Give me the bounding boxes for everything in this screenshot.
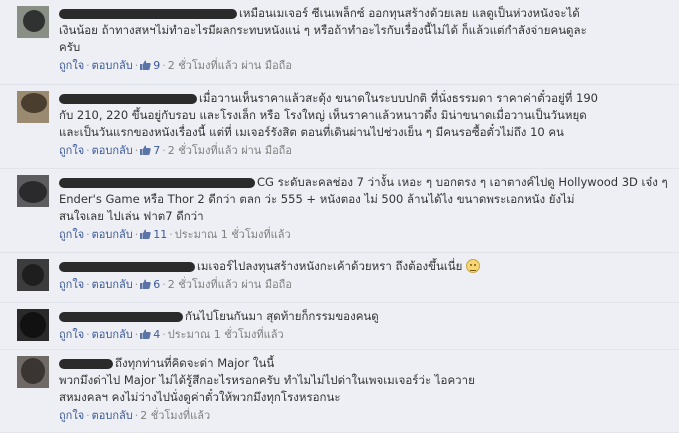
comment-text-line: CG ระดับละคลช่อง 7 ว่างั้น เหอะ ๆ บอกตรง…	[257, 175, 668, 189]
like-link[interactable]: ถูกใจ	[59, 278, 84, 291]
avatar[interactable]	[17, 6, 49, 38]
like-link[interactable]: ถูกใจ	[59, 328, 84, 341]
comment-text-line: สนใจเลย ไปเล่น ฟาต7 ดีกว่า	[59, 209, 204, 223]
like-link[interactable]: ถูกใจ	[59, 59, 84, 72]
avatar[interactable]	[17, 91, 49, 123]
timestamp[interactable]: 2 ชั่วโมงที่แล้ว ผ่าน มือถือ	[168, 59, 292, 72]
smiley-emoji-icon	[466, 259, 481, 273]
timestamp[interactable]: 2 ชั่วโมงที่แล้ว	[140, 409, 210, 422]
comment-text-line: สหมงคลฯ คงไม่ว่างไปนั่งดูค่าตั๋วให้พวกมึ…	[59, 390, 341, 404]
author-name-redacted[interactable]	[59, 261, 195, 272]
comment-text-line: เหมือนเมเจอร์ ซีเนเพล็กซ์ ออกทุนสร้างด้ว…	[239, 6, 580, 20]
comment-list: เหมือนเมเจอร์ ซีเนเพล็กซ์ ออกทุนสร้างด้ว…	[0, 0, 679, 433]
like-count[interactable]: 11	[140, 228, 167, 241]
like-count[interactable]: 6	[140, 278, 160, 291]
reply-link[interactable]: ตอบกลับ	[92, 144, 133, 157]
reply-link[interactable]: ตอบกลับ	[92, 228, 133, 241]
comment-text-line: กันไปโยนกันมา สุดท้ายก็กรรมของคนดู	[185, 309, 379, 323]
comment-actions: ถูกใจ · ตอบกลับ · 9 · 2 ชั่วโมงที่แล้ว ผ่าน มื…	[59, 59, 292, 72]
avatar[interactable]	[17, 356, 49, 388]
comment-text-line: เมื่อวานเห็นราคาแล้วสะดุ้ง ขนาดในระบบปกต…	[199, 91, 598, 105]
avatar[interactable]	[17, 259, 49, 291]
comment-text-line: เงินน้อย ถ้าทางสหฯไม่ทำอะไรมีผลกระทบหนัง…	[59, 23, 587, 37]
reply-link[interactable]: ตอบกลับ	[92, 328, 133, 341]
comment-actions: ถูกใจ · ตอบกลับ · 2 ชั่วโมงที่แล้ว	[59, 409, 211, 422]
author-name-redacted[interactable]	[59, 311, 183, 322]
thumbs-up-icon	[140, 329, 151, 339]
comment-text-line: เมเจอร์ไปลงทุนสร้างหนังกะเค้าด้วยหรา ถึง…	[197, 259, 463, 273]
timestamp[interactable]: 2 ชั่วโมงที่แล้ว ผ่าน มือถือ	[168, 278, 292, 291]
like-count[interactable]: 4	[140, 328, 160, 341]
timestamp[interactable]: ประมาณ 1 ชั่วโมงที่แล้ว	[168, 328, 284, 341]
thumbs-up-icon	[140, 229, 151, 239]
comment-text-line: และเป็นวันแรกของหนังเรื่องนี้ แต่ที่ เมเ…	[59, 125, 564, 139]
avatar[interactable]	[17, 175, 49, 207]
comment-item: CG ระดับละคลช่อง 7 ว่างั้น เหอะ ๆ บอกตรง…	[0, 169, 679, 253]
comment-text-line: พวกมึงด่าไป Major ไม่ได้รู้สึกอะไรหรอกคร…	[59, 373, 475, 387]
like-link[interactable]: ถูกใจ	[59, 228, 84, 241]
comment-actions: ถูกใจ · ตอบกลับ · 11 · ประมาณ 1 ชั่วโมงที่แล้ว	[59, 228, 291, 241]
author-name-redacted[interactable]	[59, 93, 197, 104]
comment-item: เมเจอร์ไปลงทุนสร้างหนังกะเค้าด้วยหรา ถึง…	[0, 253, 679, 303]
like-count[interactable]: 7	[140, 144, 160, 157]
reply-link[interactable]: ตอบกลับ	[92, 278, 133, 291]
comment-item: เมื่อวานเห็นราคาแล้วสะดุ้ง ขนาดในระบบปกต…	[0, 85, 679, 169]
author-name-redacted[interactable]	[59, 8, 237, 19]
author-name-redacted[interactable]	[59, 358, 113, 369]
comment-text-line: ถึงทุกท่านที่คิดจะด่า Major ในนี้	[115, 356, 275, 370]
author-name-redacted[interactable]	[59, 177, 255, 188]
thumbs-up-icon	[140, 60, 151, 70]
thumbs-up-icon	[140, 279, 151, 289]
comment-item: ถึงทุกท่านที่คิดจะด่า Major ในนี้ พวกมึง…	[0, 350, 679, 433]
timestamp[interactable]: ประมาณ 1 ชั่วโมงที่แล้ว	[175, 228, 291, 241]
comment-text-line: Ender's Game หรือ Thor 2 ดีกว่า ตลก ว่ะ …	[59, 192, 575, 206]
comment-actions: ถูกใจ · ตอบกลับ · 6 · 2 ชั่วโมงที่แล้ว ผ่าน มื…	[59, 278, 292, 291]
reply-link[interactable]: ตอบกลับ	[92, 59, 133, 72]
comment-actions: ถูกใจ · ตอบกลับ · 4 · ประมาณ 1 ชั่วโมงที่แล้ว	[59, 328, 284, 341]
like-link[interactable]: ถูกใจ	[59, 144, 84, 157]
thumbs-up-icon	[140, 145, 151, 155]
comment-actions: ถูกใจ · ตอบกลับ · 7 · 2 ชั่วโมงที่แล้ว ผ่าน มื…	[59, 144, 292, 157]
timestamp[interactable]: 2 ชั่วโมงที่แล้ว ผ่าน มือถือ	[168, 144, 292, 157]
avatar[interactable]	[17, 309, 49, 341]
like-count[interactable]: 9	[140, 59, 160, 72]
comment-text-line: กับ 210, 220 ขึ้นอยู่กับรอบ และโรงเล็ก ห…	[59, 108, 587, 122]
like-link[interactable]: ถูกใจ	[59, 409, 84, 422]
comment-item: กันไปโยนกันมา สุดท้ายก็กรรมของคนดู ถูกใจ…	[0, 303, 679, 350]
reply-link[interactable]: ตอบกลับ	[92, 409, 133, 422]
comment-item: เหมือนเมเจอร์ ซีเนเพล็กซ์ ออกทุนสร้างด้ว…	[0, 0, 679, 85]
comment-text-line: ครับ	[59, 40, 81, 54]
